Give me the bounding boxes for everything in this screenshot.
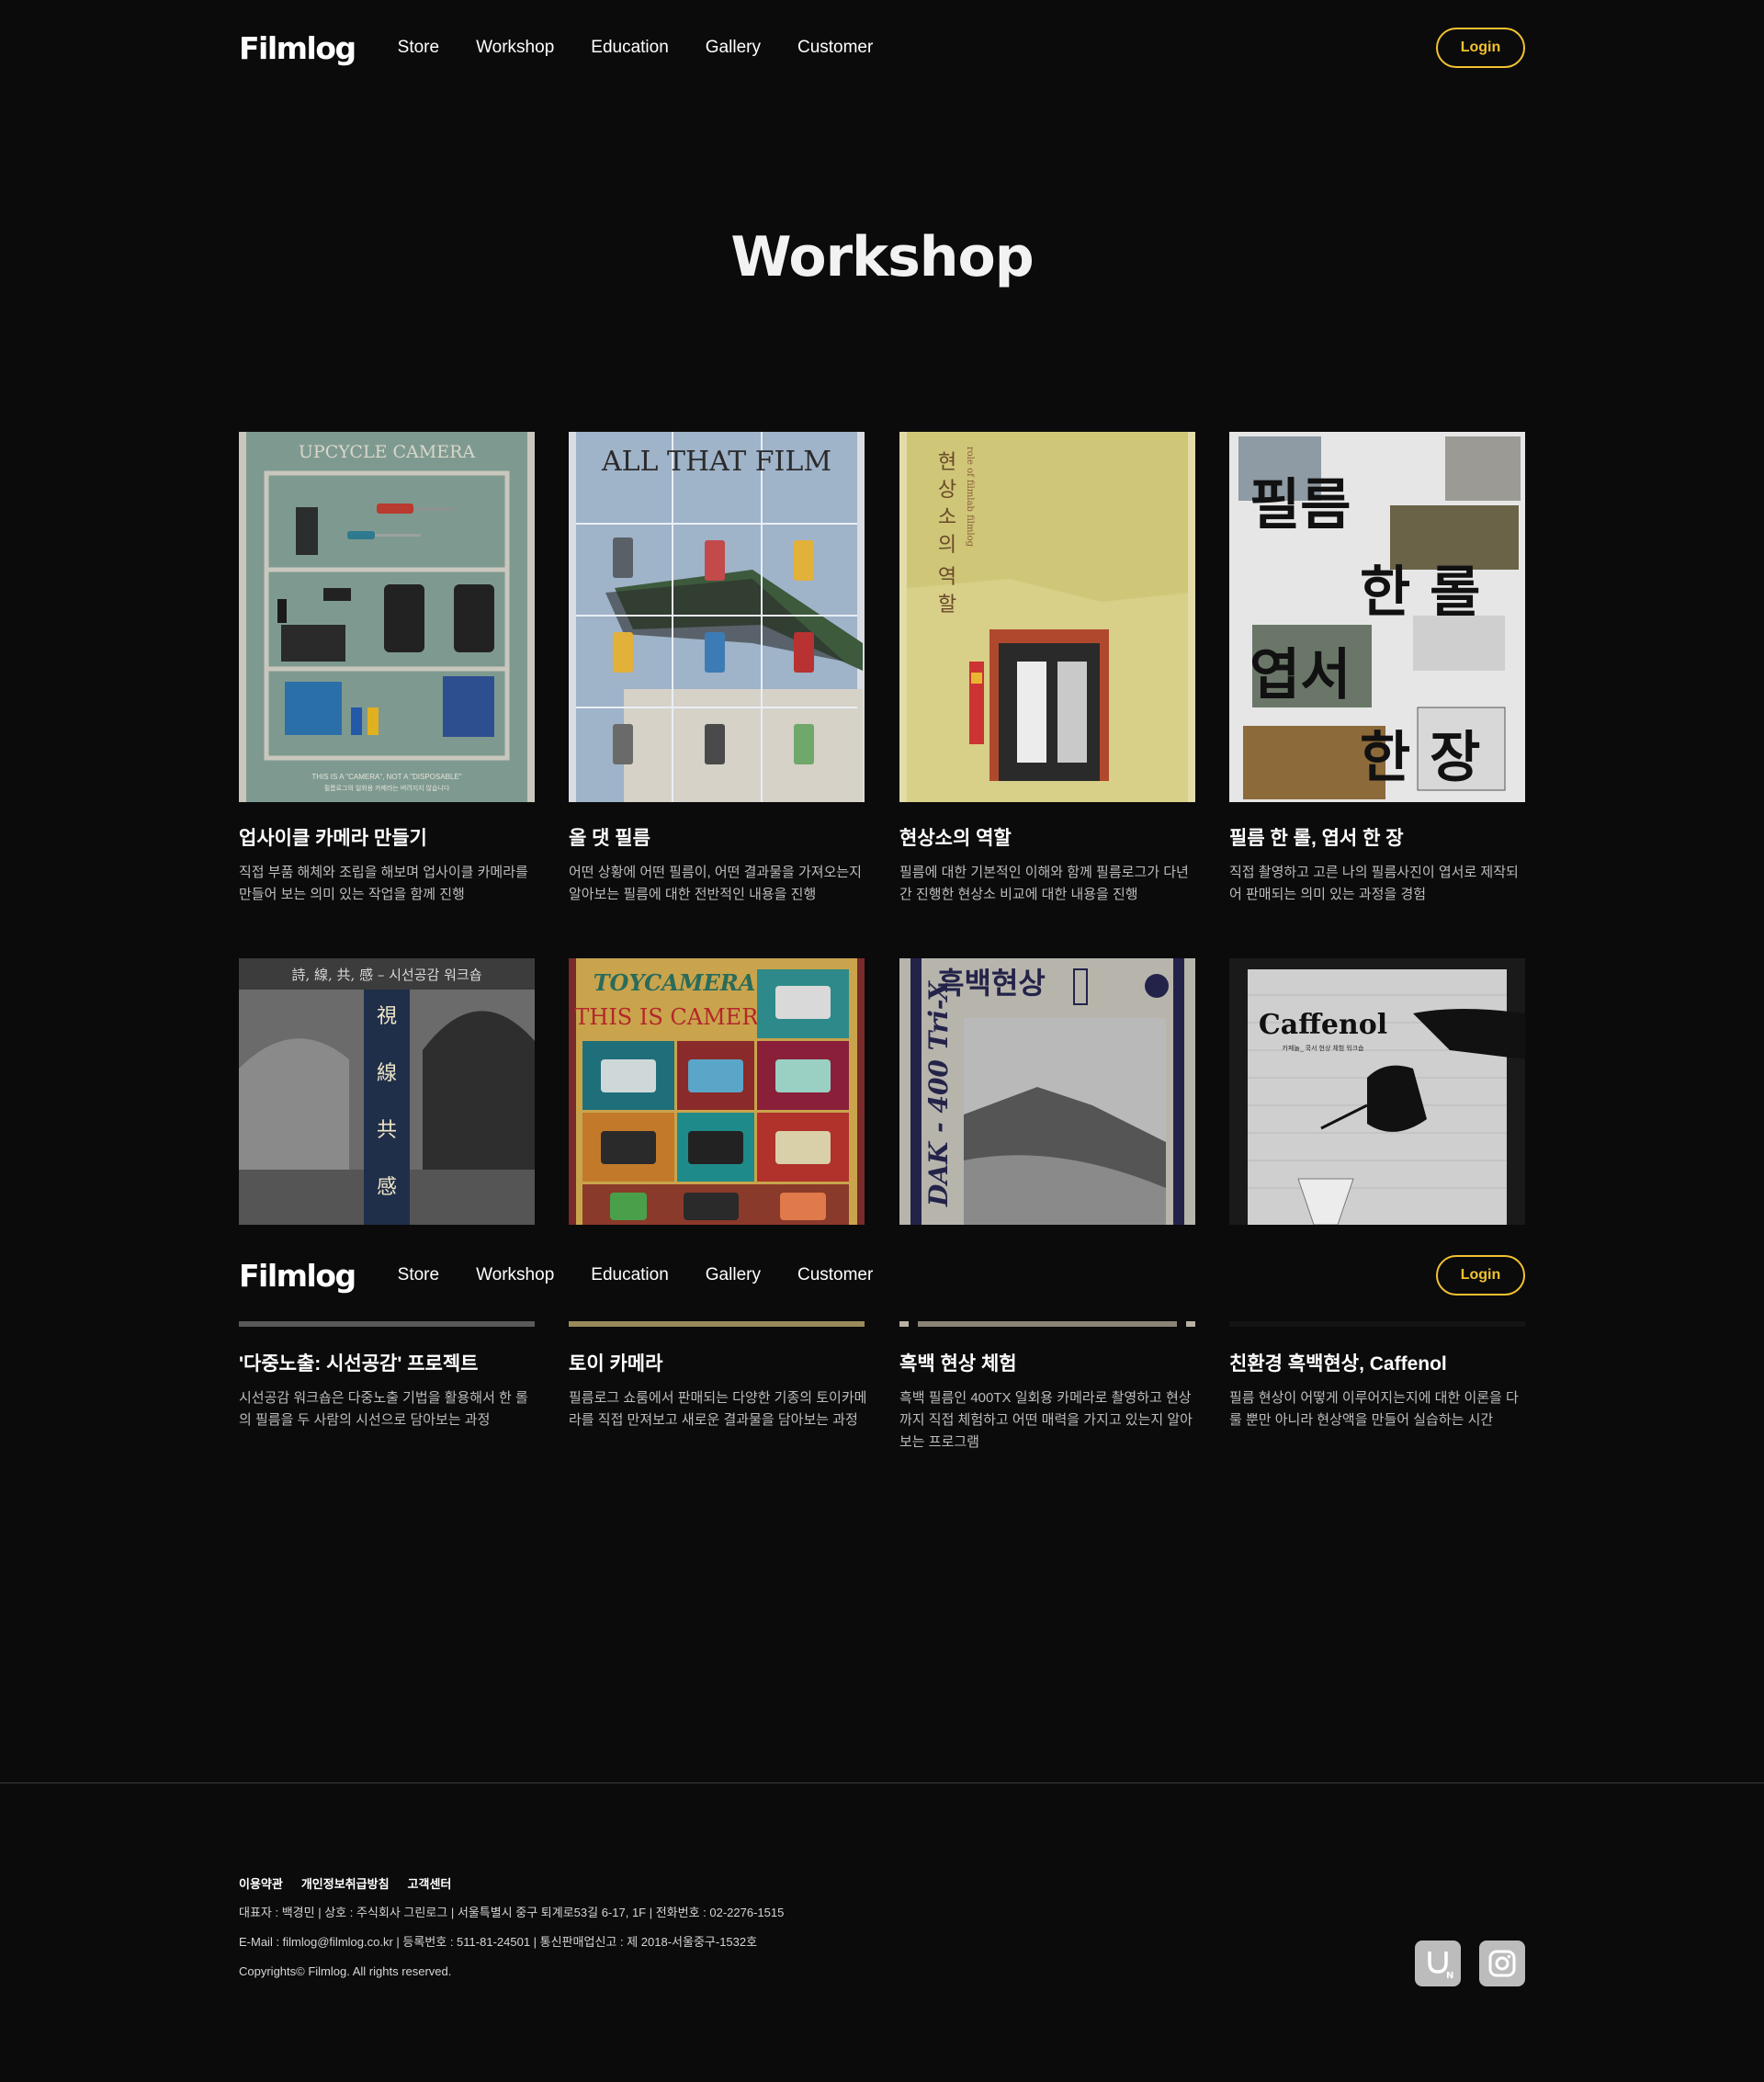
svg-text:N: N — [1446, 1971, 1453, 1979]
card-title[interactable]: '다중노출: 시선공감' 프로젝트 — [239, 1349, 535, 1376]
card-title[interactable]: 흑백 현상 체험 — [899, 1349, 1195, 1376]
copyright: Copyrights© Filmlog. All rights reserved… — [239, 1964, 452, 1978]
card-title[interactable]: 올 댓 필름 — [569, 823, 865, 851]
thumbnail-edge — [569, 1321, 865, 1327]
nav-education[interactable]: Education — [591, 38, 669, 58]
login-button[interactable]: Login — [1436, 1255, 1525, 1296]
poster-title-char-2: 상 — [938, 479, 956, 502]
card-thumbnail[interactable]: Caffenol 카페놀_ 쿡서 현상 체험 워크숍 — [1229, 958, 1525, 1225]
card-description: 필름로그 쇼룸에서 판매되는 다양한 기종의 토이카메라를 직접 만져보고 새로… — [569, 1390, 867, 1428]
workshop-card-multi-exposure[interactable]: 詩, 線, 共, 感 – 시선공감 워크숍 視 線 共 感 '다중노출: 시선공… — [239, 958, 535, 1431]
card-description: 직접 부품 해체와 조립을 해보며 업사이클 카메라를 만들어 보는 의미 있는… — [239, 865, 528, 902]
thumbnail-edge — [1229, 1321, 1525, 1327]
poster-title-char-6: 할 — [938, 594, 956, 617]
logo[interactable]: Filmlog — [239, 30, 356, 66]
nav-customer[interactable]: Customer — [797, 1265, 873, 1285]
card-thumbnail[interactable]: TOYCAMERA THIS IS CAMERA — [569, 958, 865, 1225]
company-info: 대표자 : 백경민 | 상호 : 주식회사 그린로그 | 서울특별시 중구 퇴계… — [239, 1906, 785, 1919]
main-nav: Store Workshop Education Gallery Custome… — [398, 1265, 874, 1285]
poster-title: TOYCAMERA — [594, 969, 756, 996]
card-title[interactable]: 토이 카메라 — [569, 1349, 865, 1376]
workshop-card-all-that-film[interactable]: ALL THAT FILM 올 댓 필름 어떤 상황에 어떤 필름이, 어떤 결… — [569, 432, 865, 906]
thumbnail-edge — [899, 1321, 1195, 1327]
card-description: 직접 촬영하고 고른 나의 필름사진이 엽서로 제작되어 판매되는 의미 있는 … — [1229, 865, 1519, 902]
poster-char-3: 共 — [377, 1119, 397, 1142]
poster-word-3: 엽서 — [1250, 643, 1351, 707]
nav-gallery[interactable]: Gallery — [706, 38, 761, 58]
footer-links: 이용약관 개인정보취급방침 고객센터 — [239, 1874, 1525, 1892]
instagram-icon[interactable] — [1479, 1941, 1525, 1986]
nav-store[interactable]: Store — [398, 38, 439, 58]
poster-word-1: 필름 — [1250, 473, 1351, 537]
card-description: 어떤 상황에 어떤 필름이, 어떤 결과물을 가져오는지 알아보는 필름에 대한… — [569, 865, 862, 902]
card-title[interactable]: 현상소의 역할 — [899, 823, 1195, 851]
workshop-card-upcycle[interactable]: UPCYCLE CAMERA THIS IS A "CAMERA", NOT A… — [239, 432, 535, 906]
poster-word-2: 한 롤 — [1360, 560, 1480, 625]
main-nav: Store Workshop Education Gallery Custome… — [398, 38, 874, 58]
naver-store-icon[interactable]: N — [1415, 1941, 1461, 1986]
nav-store[interactable]: Store — [398, 1265, 439, 1285]
footer-link-support[interactable]: 고객센터 — [408, 1874, 452, 1892]
site-footer: 이용약관 개인정보취급방침 고객센터 대표자 : 백경민 | 상호 : 주식회사… — [239, 1874, 1525, 1994]
poster-title: UPCYCLE CAMERA — [299, 442, 475, 462]
card-thumbnail[interactable]: 詩, 線, 共, 感 – 시선공감 워크숍 視 線 共 感 — [239, 958, 535, 1225]
poster-title-char-3: 소 — [938, 506, 956, 529]
poster-title-2: THIS IS CAMERA — [574, 1004, 775, 1030]
workshop-card-filmlab[interactable]: 현 상 소 의 역 할 role of filmlab filmlog 현상소의… — [899, 432, 1195, 906]
card-thumbnail[interactable]: 현 상 소 의 역 할 role of filmlab filmlog — [899, 432, 1195, 802]
poster-subtitle: role of filmlab filmlog — [965, 447, 975, 548]
poster-subtitle: 카페놀_ 쿡서 현상 체험 워크숍 — [1283, 1044, 1365, 1052]
nav-education[interactable]: Education — [591, 1265, 669, 1285]
card-description: 필름에 대한 기본적인 이해와 함께 필름로그가 다년간 진행한 현상소 비교에… — [899, 865, 1189, 902]
thumbnail-edge — [239, 1321, 535, 1327]
poster-char-2: 線 — [377, 1062, 397, 1085]
card-thumbnail[interactable]: 흑백현상 DAK - 400 Tri-X — [899, 958, 1195, 1225]
poster-char-4: 感 — [377, 1176, 397, 1199]
poster-title: Caffenol — [1259, 1009, 1387, 1041]
card-thumbnail[interactable]: ALL THAT FILM — [569, 432, 865, 802]
workshop-card-caffenol[interactable]: Caffenol 카페놀_ 쿡서 현상 체험 워크숍 친환경 흑백현상, Caf… — [1229, 958, 1525, 1431]
card-description: 흑백 필름인 400TX 일회용 카메라로 촬영하고 현상까지 직접 체험하고 … — [899, 1390, 1193, 1450]
workshop-card-bw-developing[interactable]: 흑백현상 DAK - 400 Tri-X 흑백 현상 체험 흑백 필름인 400… — [899, 958, 1195, 1454]
card-title[interactable]: 필름 한 롤, 엽서 한 장 — [1229, 823, 1525, 851]
poster-title-char-4: 의 — [938, 534, 956, 557]
poster-title-char-5: 역 — [938, 566, 956, 589]
nav-workshop[interactable]: Workshop — [476, 38, 554, 58]
poster-note: THIS IS A "CAMERA", NOT A "DISPOSABLE" — [311, 773, 461, 781]
nav-gallery[interactable]: Gallery — [706, 1265, 761, 1285]
poster-note-2: 필름로그의 일회용 카메라는 버려지지 않습니다 — [324, 784, 450, 792]
poster-title: 詩, 線, 共, 感 – 시선공감 워크숍 — [291, 967, 481, 983]
poster-side-text: DAK - 400 Tri-X — [923, 980, 954, 1207]
footer-divider — [0, 1782, 1764, 1783]
nav-customer[interactable]: Customer — [797, 38, 873, 58]
card-description: 필름 현상이 어떻게 이루어지는지에 대한 이론을 다룰 뿐만 아니라 현상액을… — [1229, 1390, 1519, 1428]
card-title[interactable]: 업사이클 카메라 만들기 — [239, 823, 535, 851]
card-title[interactable]: 친환경 흑백현상, Caffenol — [1229, 1349, 1525, 1376]
social-links: N — [1415, 1941, 1525, 1986]
card-thumbnail[interactable]: UPCYCLE CAMERA THIS IS A "CAMERA", NOT A… — [239, 432, 535, 802]
workshop-card-postcard[interactable]: 필름 한 롤 엽서 한 장 필름 한 롤, 엽서 한 장 직접 촬영하고 고른 … — [1229, 432, 1525, 906]
page-title: Workshop — [730, 225, 1034, 289]
poster-title-char-1: 현 — [938, 451, 956, 474]
card-thumbnail[interactable]: 필름 한 롤 엽서 한 장 — [1229, 432, 1525, 802]
poster-word-4: 한 장 — [1360, 726, 1480, 790]
nav-workshop[interactable]: Workshop — [476, 1265, 554, 1285]
logo[interactable]: Filmlog — [239, 1258, 356, 1294]
login-button[interactable]: Login — [1436, 28, 1525, 68]
workshop-card-toy-camera[interactable]: TOYCAMERA THIS IS CAMERA 토이 카메라 필름로그 쇼룸에… — [569, 958, 867, 1431]
poster-char-1: 視 — [377, 1005, 397, 1028]
sticky-header: Filmlog Store Workshop Education Gallery… — [239, 1248, 1525, 1303]
footer-link-privacy[interactable]: 개인정보취급방침 — [301, 1874, 390, 1892]
card-description: 시선공감 워크숍은 다중노출 기법을 활용해서 한 롤의 필름을 두 사람의 시… — [239, 1390, 528, 1428]
site-header: Filmlog Store Workshop Education Gallery… — [239, 20, 1525, 75]
footer-link-terms[interactable]: 이용약관 — [239, 1874, 283, 1892]
contact-info: E-Mail : filmlog@filmlog.co.kr | 등록번호 : … — [239, 1935, 758, 1949]
poster-title: ALL THAT FILM — [601, 446, 831, 478]
